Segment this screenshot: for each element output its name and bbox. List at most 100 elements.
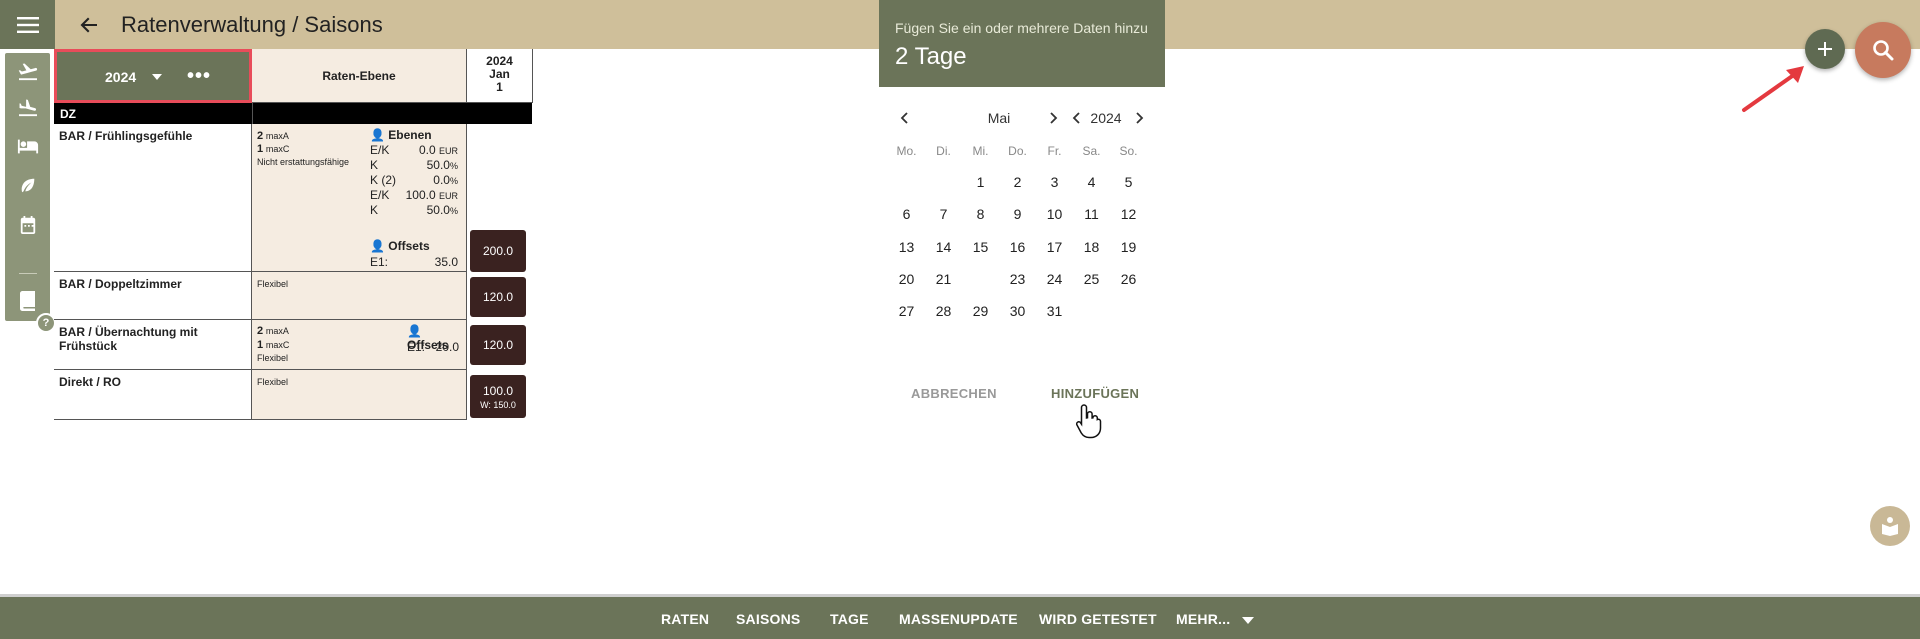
price-value: 120.0 — [482, 338, 514, 352]
chevron-right-icon — [1050, 112, 1058, 124]
calendar-day[interactable]: 15 — [962, 233, 999, 261]
price-button[interactable]: 120.0 — [470, 325, 526, 365]
rate-info: Flexibel — [252, 370, 467, 420]
tab-wird-getestet[interactable]: WIRD GETESTET — [1039, 611, 1157, 627]
calendar-day[interactable]: 29 — [962, 297, 999, 325]
cancellation-policy: Flexibel — [257, 353, 289, 363]
weekday-label: Mi. — [972, 144, 989, 158]
calendar-day[interactable]: 1 — [962, 168, 999, 196]
price-subvalue: W: 150.0 — [480, 399, 516, 410]
year-selector[interactable]: 2024 ••• — [54, 49, 252, 103]
weekday-label: Di. — [936, 144, 951, 158]
rate-info: 2 maxA 1 maxC Flexibel 👤 Offsets E1: 20.0 — [252, 320, 467, 370]
cancel-button[interactable]: ABBRECHEN — [911, 386, 997, 401]
back-button[interactable] — [74, 10, 104, 40]
person-icon: 👤 — [370, 239, 385, 253]
calendar-day-number: 15 — [972, 239, 989, 255]
tab-massenupdate[interactable]: MASSENUPDATE — [899, 611, 1018, 627]
menu-button[interactable] — [0, 0, 55, 49]
max-adults-label: maxA — [265, 326, 289, 336]
tab-mehr[interactable]: MEHR... — [1176, 611, 1230, 627]
calendar-day[interactable]: 4 — [1073, 168, 1110, 196]
calendar-day[interactable]: 11 — [1073, 200, 1110, 228]
column-header-date[interactable]: 2024 Jan 1 — [467, 49, 533, 103]
calendar-day-number: 13 — [898, 239, 915, 255]
tab-saisons[interactable]: SAISONS — [736, 611, 800, 627]
chevron-left-icon — [1072, 112, 1080, 124]
book-icon — [19, 291, 35, 311]
rate-name[interactable]: BAR / Doppeltzimmer — [54, 272, 252, 320]
year-label[interactable]: 2024 — [1086, 110, 1126, 126]
caret-down-icon[interactable] — [152, 74, 162, 80]
price-cell: 120.0 — [467, 320, 533, 370]
search-fab-button[interactable] — [1855, 22, 1911, 78]
next-year-button[interactable] — [1135, 111, 1145, 127]
ebene-unit: EUR — [438, 191, 458, 201]
next-month-button[interactable] — [1049, 111, 1059, 127]
calendar-day[interactable]: 31 — [1036, 297, 1073, 325]
calendar-day[interactable]: 18 — [1073, 233, 1110, 261]
ebene-value: 50.0 — [426, 203, 450, 217]
ebene-value: 100.0 — [405, 188, 436, 202]
sidebar-item-rooms[interactable] — [5, 128, 50, 164]
tab-raten[interactable]: RATEN — [661, 611, 709, 627]
rate-name[interactable]: Direkt / RO — [54, 370, 252, 420]
calendar-day[interactable]: 17 — [1036, 233, 1073, 261]
price-button[interactable]: 100.0 W: 150.0 — [470, 375, 526, 418]
calendar-day[interactable]: 2 — [999, 168, 1036, 196]
calendar-day-number: 19 — [1120, 239, 1137, 255]
add-fab-button[interactable] — [1805, 29, 1845, 69]
calendar-day[interactable]: 23 — [999, 265, 1036, 293]
calendar-day[interactable]: 27 — [888, 297, 925, 325]
calendar-day[interactable]: 12 — [1110, 200, 1147, 228]
tab-tage[interactable]: TAGE — [830, 611, 869, 627]
caret-down-icon[interactable] — [1242, 617, 1254, 624]
rate-name[interactable]: BAR / Übernachtung mit Frühstück — [54, 320, 252, 370]
search-icon — [1873, 40, 1894, 61]
leaf-icon — [21, 178, 34, 193]
prev-month-button[interactable] — [899, 111, 909, 127]
calendar-day[interactable]: 26 — [1110, 265, 1147, 293]
sidebar-divider — [19, 273, 37, 274]
calendar-day[interactable]: 21 — [925, 265, 962, 293]
add-button[interactable]: HINZUFÜGEN — [1051, 386, 1139, 401]
calendar-day-number: 16 — [1009, 239, 1026, 255]
calendar-day[interactable]: 7 — [925, 200, 962, 228]
prev-year-button[interactable] — [1071, 111, 1081, 127]
calendar-day[interactable]: 14 — [925, 233, 962, 261]
calendar-day[interactable]: 20 — [888, 265, 925, 293]
calendar-day[interactable]: 9 — [999, 200, 1036, 228]
help-icon[interactable]: ? — [36, 313, 56, 333]
price-button[interactable]: 120.0 — [470, 277, 526, 317]
calendar-day[interactable]: 16 — [999, 233, 1036, 261]
sidebar-item-calendar[interactable] — [5, 207, 50, 243]
sidebar-item-arrivals[interactable] — [5, 90, 50, 126]
calendar-day[interactable]: 5 — [1110, 168, 1147, 196]
calendar-day-number: 11 — [1084, 206, 1099, 222]
calendar-day-number: 23 — [1009, 271, 1026, 287]
calendar-day[interactable]: 25 — [1073, 265, 1110, 293]
sidebar-item-seasons[interactable] — [5, 168, 50, 204]
sidebar-item-departures[interactable] — [5, 54, 50, 90]
more-icon[interactable]: ••• — [187, 65, 211, 88]
price-button[interactable]: 200.0 — [470, 230, 526, 272]
calendar-day[interactable]: 6 — [888, 200, 925, 228]
calendar-day[interactable]: 8 — [962, 200, 999, 228]
guide-fab-button[interactable] — [1870, 506, 1910, 546]
price-value: 200.0 — [482, 244, 514, 258]
calendar-day[interactable]: 30 — [999, 297, 1036, 325]
calendar-day[interactable]: 13 — [888, 233, 925, 261]
calendar-day[interactable]: 3 — [1036, 168, 1073, 196]
price-value: 120.0 — [482, 290, 514, 304]
ebenen-heading: 👤 Ebenen — [370, 128, 432, 142]
month-label[interactable]: Mai — [969, 110, 1029, 126]
calendar-day-number: 20 — [898, 271, 915, 287]
calendar-day[interactable]: 28 — [925, 297, 962, 325]
rate-name[interactable]: BAR / Frühlingsgefühle — [54, 124, 252, 272]
max-children-value: 1 — [257, 143, 264, 155]
calendar-day[interactable]: 10 — [1036, 200, 1073, 228]
date-picker-header: Fügen Sie ein oder mehrere Daten hinzu 2… — [879, 0, 1165, 87]
calendar-day[interactable]: 24 — [1036, 265, 1073, 293]
calendar-day[interactable]: 19 — [1110, 233, 1147, 261]
calendar-day[interactable]: 22 — [962, 264, 999, 294]
